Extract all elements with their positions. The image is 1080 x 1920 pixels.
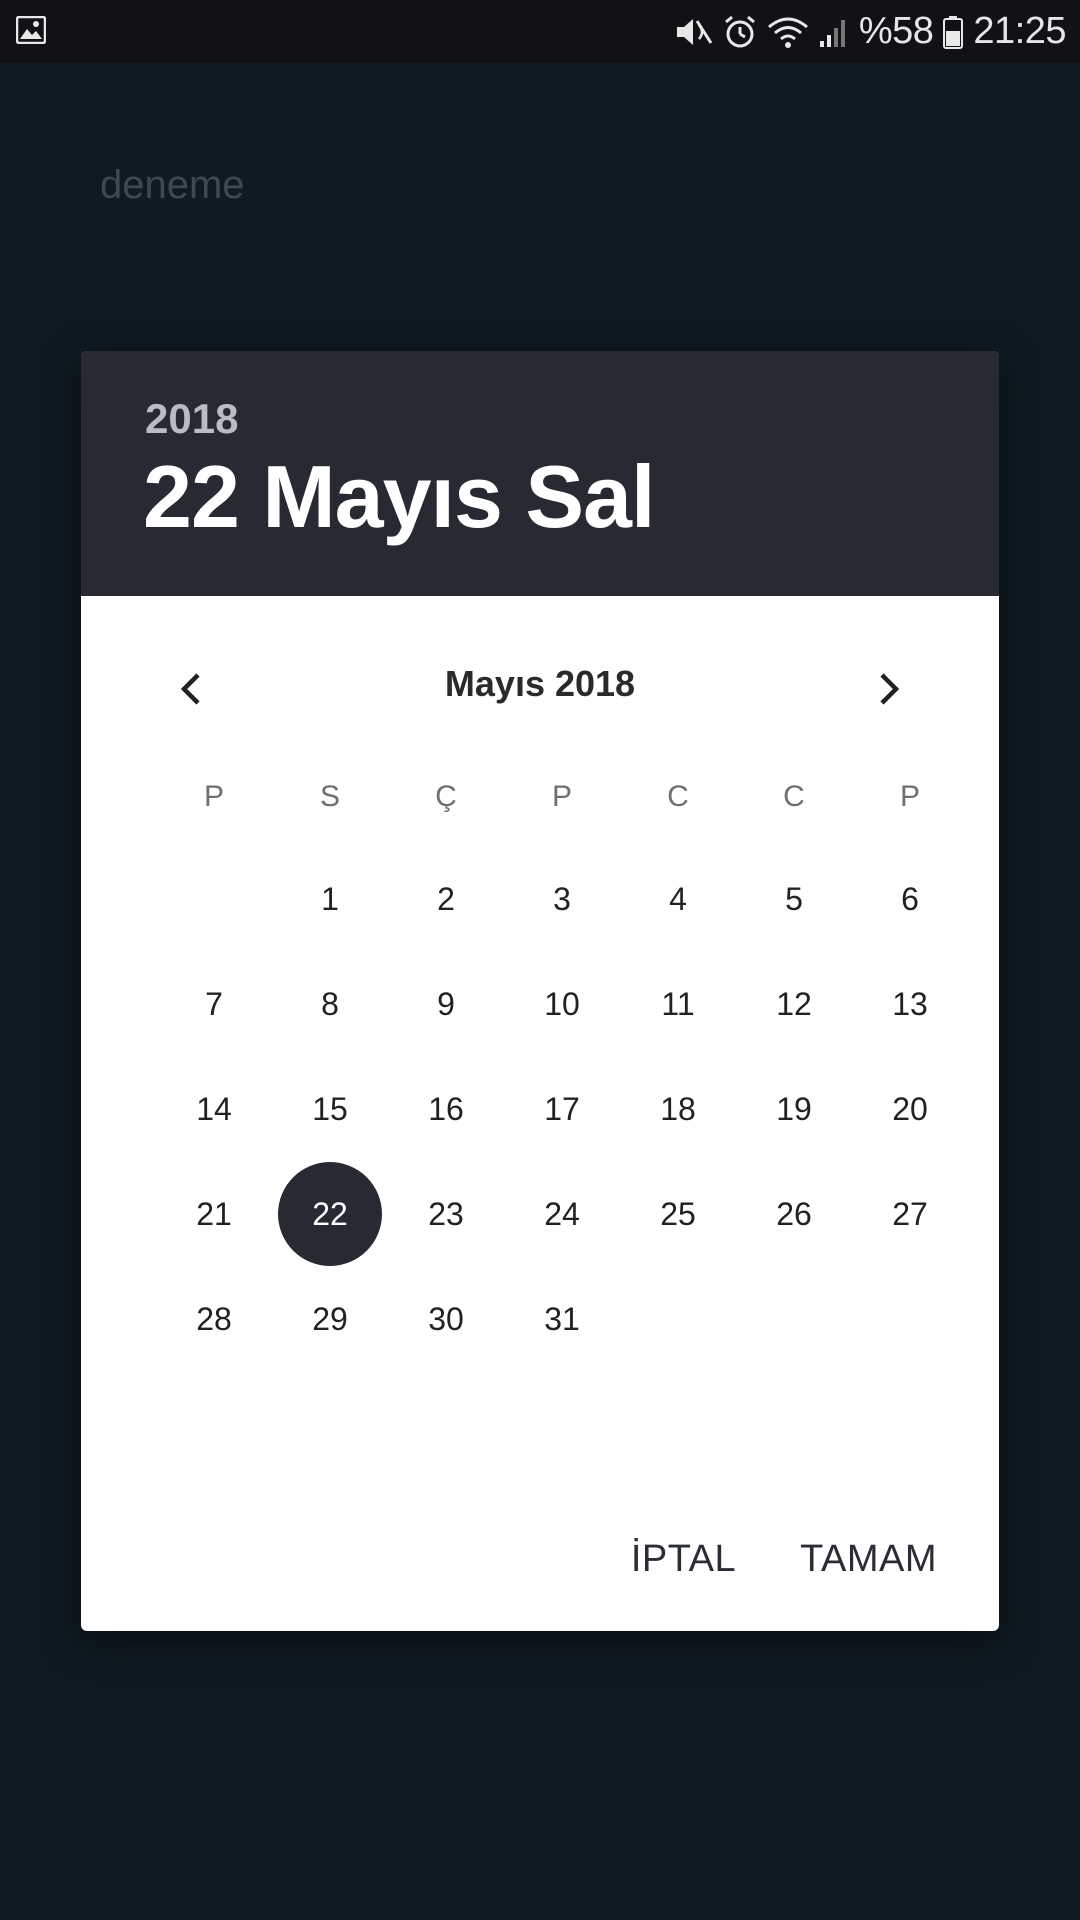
dialog-header: 2018 22 Mayıs Sal [81,351,999,596]
date-picker-dialog: 2018 22 Mayıs Sal Mayıs 2018 P S Ç P C C… [81,351,999,1631]
day-number: 24 [544,1196,580,1232]
day-cell[interactable]: 7 [156,952,272,1057]
day-number: 4 [669,881,687,917]
day-cell[interactable]: 13 [852,952,968,1057]
day-number: 14 [196,1091,232,1127]
day-cell[interactable]: 31 [504,1267,620,1372]
day-cell[interactable]: 4 [620,847,736,952]
day-cell[interactable]: 17 [504,1057,620,1162]
day-number: 23 [428,1196,464,1232]
day-cell[interactable]: 30 [388,1267,504,1372]
day-number: 1 [321,881,339,917]
dialog-actions: İPTAL TAMAM [631,1538,937,1581]
day-number: 3 [553,881,571,917]
day-cell[interactable]: 18 [620,1057,736,1162]
day-number: 19 [776,1091,812,1127]
day-number: 17 [544,1091,580,1127]
day-number: 8 [321,986,339,1022]
day-number: 18 [660,1091,696,1127]
day-number: 26 [776,1196,812,1232]
day-cell[interactable]: 15 [272,1057,388,1162]
ok-button[interactable]: TAMAM [800,1538,937,1581]
day-cell[interactable]: 25 [620,1162,736,1267]
day-cell[interactable]: 11 [620,952,736,1057]
day-cell[interactable]: 3 [504,847,620,952]
day-cell[interactable]: 23 [388,1162,504,1267]
day-number: 13 [892,986,928,1022]
battery-icon [943,15,964,49]
signal-icon [819,19,845,47]
day-number: 21 [196,1196,232,1232]
gallery-icon [16,16,46,44]
day-number: 27 [892,1196,928,1232]
day-cell[interactable]: 16 [388,1057,504,1162]
day-cell[interactable]: 10 [504,952,620,1057]
week-row: 14 15 16 17 18 19 20 [156,1057,968,1162]
weekday-label: S [319,780,340,813]
day-cell[interactable]: 8 [272,952,388,1057]
next-month-button[interactable] [858,659,918,719]
day-cell[interactable]: 9 [388,952,504,1057]
day-cell[interactable]: 2 [388,847,504,952]
weekday-label: C [667,780,689,813]
day-cell[interactable]: 1 [272,847,388,952]
day-number: 7 [205,986,223,1022]
day-cell[interactable]: 6 [852,847,968,952]
empty-day-cell [620,1267,736,1372]
day-number: 25 [660,1196,696,1232]
empty-day-cell [736,1267,852,1372]
empty-day-cell [852,1267,968,1372]
calendar-grid: P S Ç P C C P 1 2 3 4 5 6 7 8 9 10 11 12 13 14 15 16 17 1… [156,747,968,1372]
cancel-button[interactable]: İPTAL [631,1538,736,1581]
day-number: 2 [437,881,455,917]
weekday-label: P [899,780,920,813]
day-cell-selected[interactable]: 22 [272,1162,388,1267]
day-number: 15 [312,1091,348,1127]
day-number: 9 [437,986,455,1022]
day-cell[interactable]: 20 [852,1057,968,1162]
day-cell[interactable]: 26 [736,1162,852,1267]
day-cell[interactable]: 19 [736,1057,852,1162]
day-number: 20 [892,1091,928,1127]
day-number: 6 [901,881,919,917]
day-cell[interactable]: 12 [736,952,852,1057]
weekday-label: Ç [435,780,457,813]
day-number: 29 [312,1301,348,1337]
week-row: 7 8 9 10 11 12 13 [156,952,968,1057]
day-number: 30 [428,1301,464,1337]
selected-date-label[interactable]: 22 Mayıs Sal [143,446,655,548]
weeks-container: 1 2 3 4 5 6 7 8 9 10 11 12 13 14 15 16 17 18 19 20 21 22 23 24 2… [156,847,968,1372]
week-row: 21 22 23 24 25 26 27 [156,1162,968,1267]
battery-percent: %58 [858,10,934,52]
year-selector[interactable]: 2018 [145,395,238,443]
day-number: 16 [428,1091,464,1127]
week-row: 1 2 3 4 5 6 [156,847,968,952]
day-cell[interactable]: 5 [736,847,852,952]
wifi-icon [767,17,808,48]
status-icons: %58 21:25 [675,0,1066,63]
weekday-header-row: P S Ç P C C P [156,747,968,847]
day-cell[interactable]: 28 [156,1267,272,1372]
clock: 21:25 [973,10,1066,52]
day-cell[interactable]: 27 [852,1162,968,1267]
day-number: 28 [196,1301,232,1337]
empty-day-cell [156,847,272,952]
day-cell[interactable]: 21 [156,1162,272,1267]
day-cell[interactable]: 24 [504,1162,620,1267]
weekday-label: P [551,780,572,813]
status-bar: %58 21:25 [0,0,1080,63]
day-number: 31 [544,1301,580,1337]
week-row: 28 29 30 31 [156,1267,968,1372]
day-cell[interactable]: 29 [272,1267,388,1372]
day-number: 12 [776,986,812,1022]
day-cell[interactable]: 14 [156,1057,272,1162]
weekday-label: P [203,780,224,813]
day-number: 10 [544,986,580,1022]
weekday-label: C [783,780,805,813]
alarm-icon [724,15,755,47]
day-number: 11 [661,986,695,1022]
day-number: 22 [312,1196,348,1232]
mute-icon [676,18,713,45]
day-number: 5 [785,881,803,917]
